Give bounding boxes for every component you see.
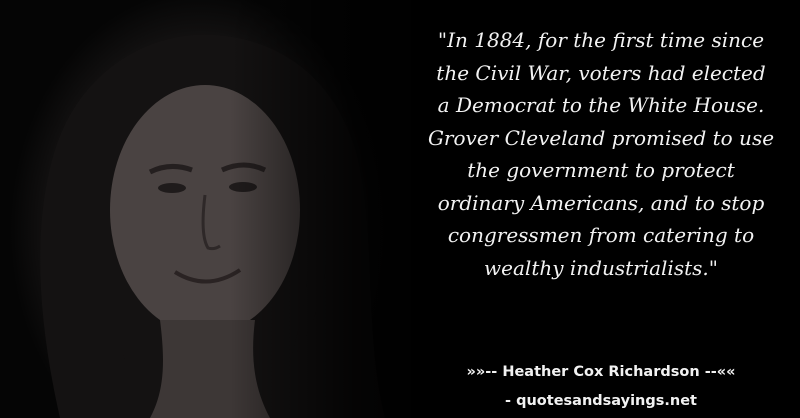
quote-line: congressmen from catering to [447, 223, 755, 247]
site-credit: - quotesandsayings.net [505, 393, 697, 409]
quote-line: the Civil War, voters had elected [436, 60, 766, 85]
portrait-fade-overlay [230, 0, 430, 418]
quote-line: "In 1884, for the first time since [437, 28, 765, 52]
author-attribution: »»-- Heather Cox Richardson --«« [466, 364, 736, 380]
eye-left [158, 183, 186, 193]
quote-text: "In 1884, for the first time since the C… [418, 24, 784, 284]
quote-line: ordinary Americans, and to stop [437, 190, 765, 215]
quote-card: "In 1884, for the first time since the C… [0, 0, 800, 418]
quote-line: the government to protect [467, 158, 735, 182]
author-portrait [0, 0, 430, 418]
quote-line: wealthy industrialists." [484, 255, 718, 280]
quote-line: a Democrat to the White House. [437, 93, 765, 117]
quote-line: Grover Cleveland promised to use [427, 125, 775, 150]
